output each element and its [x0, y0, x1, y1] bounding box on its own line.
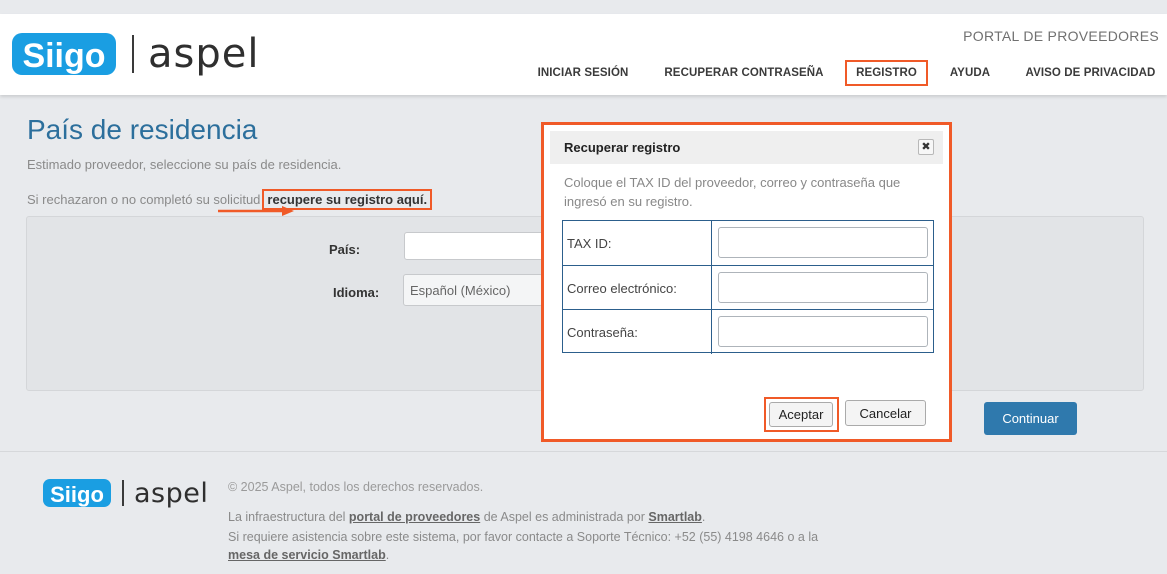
portal-title: PORTAL DE PROVEEDORES	[963, 28, 1159, 44]
language-label: Idioma:	[333, 285, 380, 300]
modal-description: Coloque el TAX ID del proveedor, correo …	[564, 175, 901, 209]
column-divider	[711, 221, 712, 265]
site-footer: Siigo aspel © 2025 Aspel, todos los dere…	[0, 451, 1167, 574]
mesa-servicio-link[interactable]: mesa de servicio Smartlab	[228, 548, 386, 562]
nav-aviso-privacidad[interactable]: AVISO DE PRIVACIDAD	[1014, 60, 1167, 86]
footer-support-line: Si requiere asistencia sobre este sistem…	[228, 530, 819, 544]
column-divider	[711, 266, 712, 310]
page-title: País de residencia	[27, 114, 258, 145]
table-row: TAX ID:	[563, 221, 933, 265]
table-row: Correo electrónico:	[563, 265, 933, 310]
email-label: Correo electrónico:	[567, 280, 677, 296]
smartlab-link[interactable]: Smartlab	[648, 510, 702, 524]
page-subtitle: Estimado proveedor, seleccione su país d…	[27, 157, 342, 172]
modal-header: Recuperar registro ✖	[550, 131, 943, 164]
nav-ayuda[interactable]: AYUDA	[940, 60, 1000, 86]
table-row: Contraseña:	[563, 309, 933, 354]
svg-text:Siigo: Siigo	[50, 482, 104, 507]
main-nav: INICIAR SESIÓN RECUPERAR CONTRASEÑA REGI…	[0, 60, 1167, 86]
cancel-button[interactable]: Cancelar	[845, 400, 926, 426]
footer-logo-divider	[122, 480, 124, 506]
tax-id-label: TAX ID:	[567, 235, 612, 251]
nav-iniciar-sesion[interactable]: INICIAR SESIÓN	[528, 60, 638, 86]
country-label: País:	[329, 242, 361, 257]
close-icon[interactable]: ✖	[918, 139, 934, 155]
password-label: Contraseña:	[567, 324, 638, 340]
nav-recuperar-contrasena[interactable]: RECUPERAR CONTRASEÑA	[654, 60, 834, 86]
continue-button[interactable]: Continuar	[984, 402, 1077, 435]
nav-registro[interactable]: REGISTRO	[845, 60, 928, 86]
footer-copyright: © 2025 Aspel, todos los derechos reserva…	[228, 480, 484, 494]
accept-button[interactable]: Aceptar	[769, 402, 833, 427]
footer-support-link-line: mesa de servicio Smartlab.	[228, 548, 390, 562]
column-divider	[711, 310, 712, 354]
email-input[interactable]	[718, 272, 928, 303]
footer-siigo-logo: Siigo	[43, 479, 111, 507]
footer-infrastructure-line: La infraestructura del portal de proveed…	[228, 510, 706, 524]
modal-title: Recuperar registro	[564, 140, 681, 155]
language-select[interactable]: Español (México)	[403, 274, 543, 306]
site-header: Siigo aspel PORTAL DE PROVEEDORES INICIA…	[0, 14, 1167, 95]
recover-form-table: TAX ID: Correo electrónico: Contraseña:	[562, 220, 934, 354]
password-input[interactable]	[718, 316, 928, 347]
country-select[interactable]	[404, 232, 544, 260]
footer-logos: Siigo aspel	[42, 476, 208, 510]
accept-button-highlight: Aceptar	[764, 397, 839, 432]
portal-proveedores-link[interactable]: portal de proveedores	[349, 510, 480, 524]
tax-id-input[interactable]	[718, 227, 928, 258]
recover-registration-modal: Recuperar registro ✖ Coloque el TAX ID d…	[541, 122, 952, 442]
footer-aspel-logo: aspel	[134, 477, 209, 509]
